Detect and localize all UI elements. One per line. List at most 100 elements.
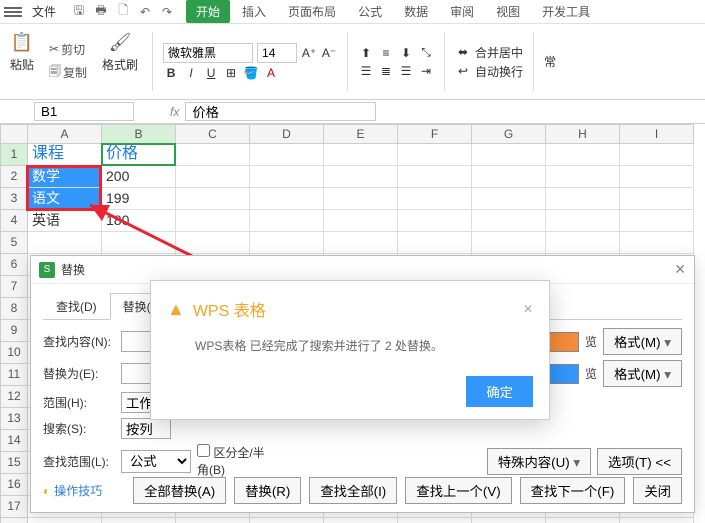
cell[interactable] bbox=[102, 518, 176, 523]
fill-color-icon[interactable]: 🪣 bbox=[243, 65, 259, 81]
cell[interactable] bbox=[546, 166, 620, 188]
tab-find[interactable]: 查找(D) bbox=[43, 293, 110, 320]
cell[interactable] bbox=[472, 232, 546, 254]
cell[interactable] bbox=[398, 518, 472, 523]
cell[interactable] bbox=[398, 166, 472, 188]
cell[interactable] bbox=[620, 518, 694, 523]
lookin-select[interactable]: 公式 bbox=[121, 450, 191, 473]
cell[interactable]: 200 bbox=[102, 166, 176, 188]
col-B[interactable]: B bbox=[102, 124, 176, 144]
cell[interactable] bbox=[398, 210, 472, 232]
ok-button[interactable]: 确定 bbox=[466, 376, 533, 407]
find-prev-button[interactable]: 查找上一个(V) bbox=[405, 477, 511, 504]
cell[interactable] bbox=[176, 210, 250, 232]
halfwidth-checkbox[interactable]: 区分全/半角(B) bbox=[197, 444, 269, 478]
cell[interactable] bbox=[324, 232, 398, 254]
cell[interactable]: 课程 bbox=[28, 144, 102, 166]
align-bot-icon[interactable]: ⬇ bbox=[398, 45, 414, 61]
row-header[interactable]: 12 bbox=[0, 386, 28, 408]
cell[interactable] bbox=[250, 188, 324, 210]
special-button[interactable]: 特殊内容(U) bbox=[487, 448, 591, 475]
tips-link[interactable]: ◐操作技巧 bbox=[43, 482, 102, 499]
hamburger-icon[interactable] bbox=[4, 7, 22, 17]
tab-start[interactable]: 开始 bbox=[186, 0, 230, 23]
cell[interactable] bbox=[324, 518, 398, 523]
number-format[interactable]: 常 bbox=[544, 53, 556, 70]
cell[interactable] bbox=[250, 210, 324, 232]
find-format-button[interactable]: 格式(M) bbox=[603, 328, 682, 355]
underline-icon[interactable]: U bbox=[203, 65, 219, 81]
row-header[interactable]: 5 bbox=[0, 232, 28, 254]
cell[interactable] bbox=[398, 144, 472, 166]
col-F[interactable]: F bbox=[398, 124, 472, 144]
cell[interactable] bbox=[620, 188, 694, 210]
row-header[interactable]: 18 bbox=[0, 518, 28, 523]
cell[interactable] bbox=[472, 144, 546, 166]
cell[interactable] bbox=[620, 166, 694, 188]
wrap-icon[interactable]: ↩ bbox=[455, 63, 471, 79]
font-name-select[interactable] bbox=[163, 43, 253, 63]
cell[interactable] bbox=[620, 144, 694, 166]
col-A[interactable]: A bbox=[28, 124, 102, 144]
row-header[interactable]: 11 bbox=[0, 364, 28, 386]
cell[interactable] bbox=[250, 232, 324, 254]
cut-button[interactable]: ✂ 剪切 bbox=[46, 40, 90, 59]
copy-button[interactable]: 🗐 复制 bbox=[46, 61, 90, 84]
preview-icon[interactable]: 🗋 bbox=[114, 3, 132, 21]
cell[interactable] bbox=[28, 518, 102, 523]
save-icon[interactable]: 🖫 bbox=[70, 3, 88, 21]
row-header[interactable]: 4 bbox=[0, 210, 28, 232]
font-color-icon[interactable]: A bbox=[263, 65, 279, 81]
align-top-icon[interactable]: ⬆ bbox=[358, 45, 374, 61]
merge-icon[interactable]: ⬌ bbox=[455, 44, 471, 60]
col-H[interactable]: H bbox=[546, 124, 620, 144]
cell[interactable] bbox=[102, 232, 176, 254]
align-right-icon[interactable]: ☰ bbox=[398, 63, 414, 79]
row-header[interactable]: 9 bbox=[0, 320, 28, 342]
row-header[interactable]: 15 bbox=[0, 452, 28, 474]
cell[interactable] bbox=[546, 188, 620, 210]
cell[interactable] bbox=[250, 144, 324, 166]
col-I[interactable]: I bbox=[620, 124, 694, 144]
search-select[interactable] bbox=[121, 418, 171, 439]
cell[interactable] bbox=[620, 210, 694, 232]
row-header[interactable]: 17 bbox=[0, 496, 28, 518]
cell[interactable] bbox=[176, 232, 250, 254]
wrap-label[interactable]: 自动换行 bbox=[475, 63, 523, 80]
indent-icon[interactable]: ⇥ bbox=[418, 63, 434, 79]
col-C[interactable]: C bbox=[176, 124, 250, 144]
decrease-font-icon[interactable]: A⁻ bbox=[321, 45, 337, 61]
merge-label[interactable]: 合并居中 bbox=[475, 44, 523, 61]
increase-font-icon[interactable]: A⁺ bbox=[301, 45, 317, 61]
cell[interactable] bbox=[176, 188, 250, 210]
format-painter-button[interactable]: 🖌格式刷 bbox=[98, 28, 142, 95]
find-next-button[interactable]: 查找下一个(F) bbox=[520, 477, 626, 504]
cell[interactable] bbox=[472, 188, 546, 210]
cell[interactable] bbox=[546, 232, 620, 254]
cell[interactable] bbox=[324, 144, 398, 166]
orientation-icon[interactable]: ⤡ bbox=[418, 45, 434, 61]
cell[interactable]: 价格 bbox=[102, 144, 176, 166]
close-button[interactable]: 关闭 bbox=[633, 477, 682, 504]
cell[interactable] bbox=[324, 210, 398, 232]
replace-button[interactable]: 替换(R) bbox=[234, 477, 301, 504]
undo-icon[interactable]: ↶ bbox=[136, 3, 154, 21]
cell[interactable]: 180 bbox=[102, 210, 176, 232]
redo-icon[interactable]: ↷ bbox=[158, 3, 176, 21]
name-box[interactable] bbox=[34, 102, 134, 121]
find-all-button[interactable]: 查找全部(I) bbox=[309, 477, 397, 504]
cell[interactable] bbox=[250, 166, 324, 188]
cell[interactable] bbox=[324, 166, 398, 188]
cell[interactable]: 语文 bbox=[28, 188, 102, 210]
paste-button[interactable]: 📋粘贴 bbox=[6, 28, 38, 95]
cell[interactable]: 英语 bbox=[28, 210, 102, 232]
tab-formula[interactable]: 公式 bbox=[348, 0, 392, 23]
cell[interactable] bbox=[472, 210, 546, 232]
row-header[interactable]: 7 bbox=[0, 276, 28, 298]
formula-input[interactable] bbox=[185, 102, 376, 121]
cell[interactable] bbox=[472, 166, 546, 188]
cell[interactable] bbox=[324, 188, 398, 210]
row-header[interactable]: 14 bbox=[0, 430, 28, 452]
cell[interactable] bbox=[398, 232, 472, 254]
tab-dev[interactable]: 开发工具 bbox=[532, 0, 600, 23]
